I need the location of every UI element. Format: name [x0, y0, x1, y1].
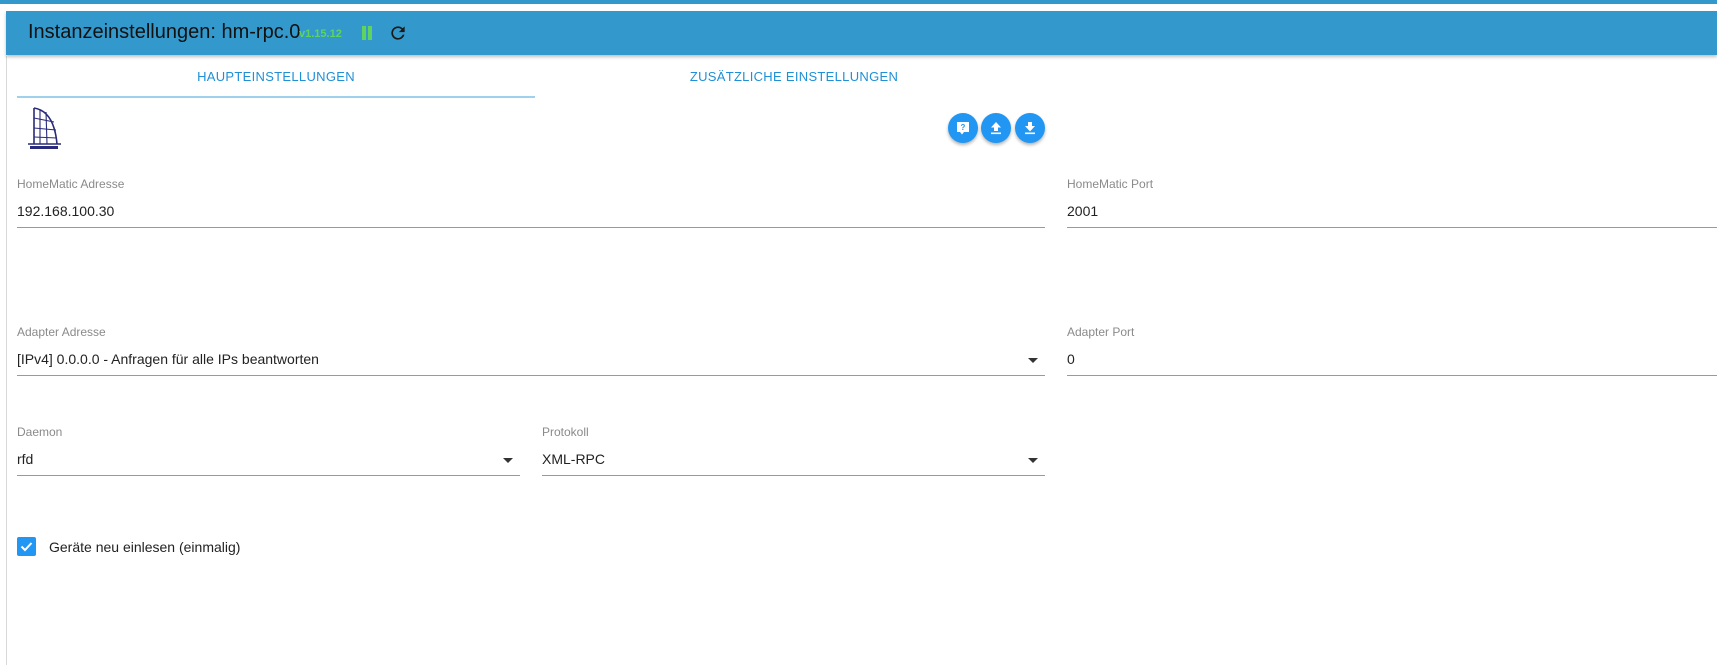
chevron-down-icon[interactable] — [1028, 358, 1038, 363]
input-underline — [17, 475, 520, 476]
input-underline — [17, 375, 1045, 376]
tab-haupteinstellungen[interactable]: HAUPTEINSTELLUNGEN — [17, 56, 535, 98]
adapter-port-input[interactable]: 0 — [1067, 351, 1075, 367]
page-title: Instanzeinstellungen: hm-rpc.0 — [28, 21, 301, 43]
homematic-port-label: HomeMatic Port — [1067, 177, 1154, 191]
reload-devices-checkbox[interactable] — [17, 537, 36, 556]
checkmark-icon — [20, 542, 33, 552]
version-badge: v1.15.12 — [299, 28, 342, 40]
panel-left-border — [6, 56, 7, 665]
input-underline — [1067, 227, 1717, 228]
daemon-select[interactable]: Daemon rfd — [17, 425, 520, 485]
adapter-address-value[interactable]: [IPv4] 0.0.0.0 - Anfragen für alle IPs b… — [17, 351, 319, 367]
input-underline — [1067, 375, 1717, 376]
help-button[interactable]: ? — [948, 113, 978, 143]
pause-icon[interactable] — [361, 26, 373, 40]
homematic-address-input[interactable]: 192.168.100.30 — [17, 203, 114, 219]
tab-zusaetzliche-einstellungen[interactable]: ZUSÄTZLICHE EINSTELLUNGEN — [535, 56, 1053, 98]
help-icon: ? — [957, 122, 969, 135]
homematic-address-field[interactable]: HomeMatic Adresse 192.168.100.30 — [17, 177, 1045, 237]
download-icon — [1025, 122, 1035, 135]
input-underline — [17, 227, 1045, 228]
upload-icon — [991, 122, 1001, 135]
top-accent-strip — [0, 0, 1717, 4]
svg-text:?: ? — [961, 123, 966, 132]
chevron-down-icon[interactable] — [1028, 458, 1038, 463]
adapter-port-label: Adapter Port — [1067, 325, 1135, 339]
homematic-logo — [25, 104, 67, 152]
adapter-address-select[interactable]: Adapter Adresse [IPv4] 0.0.0.0 - Anfrage… — [17, 325, 1045, 385]
homematic-port-input[interactable]: 2001 — [1067, 203, 1098, 219]
input-underline — [542, 475, 1045, 476]
dialog-header: Instanzeinstellungen: hm-rpc.0 v1.15.12 — [6, 11, 1717, 55]
homematic-port-field[interactable]: HomeMatic Port 2001 — [1067, 177, 1717, 237]
adapter-address-label: Adapter Adresse — [17, 325, 106, 339]
reload-devices-label[interactable]: Geräte neu einlesen (einmalig) — [49, 539, 240, 555]
protocol-label: Protokoll — [542, 425, 589, 439]
chevron-down-icon[interactable] — [503, 458, 513, 463]
upload-button[interactable] — [981, 113, 1011, 143]
protocol-value[interactable]: XML-RPC — [542, 451, 605, 467]
adapter-port-field[interactable]: Adapter Port 0 — [1067, 325, 1717, 385]
download-button[interactable] — [1015, 113, 1045, 143]
daemon-label: Daemon — [17, 425, 63, 439]
homematic-address-label: HomeMatic Adresse — [17, 177, 125, 191]
daemon-value[interactable]: rfd — [17, 451, 33, 467]
reload-icon[interactable] — [388, 23, 408, 43]
protocol-select[interactable]: Protokoll XML-RPC — [542, 425, 1045, 485]
